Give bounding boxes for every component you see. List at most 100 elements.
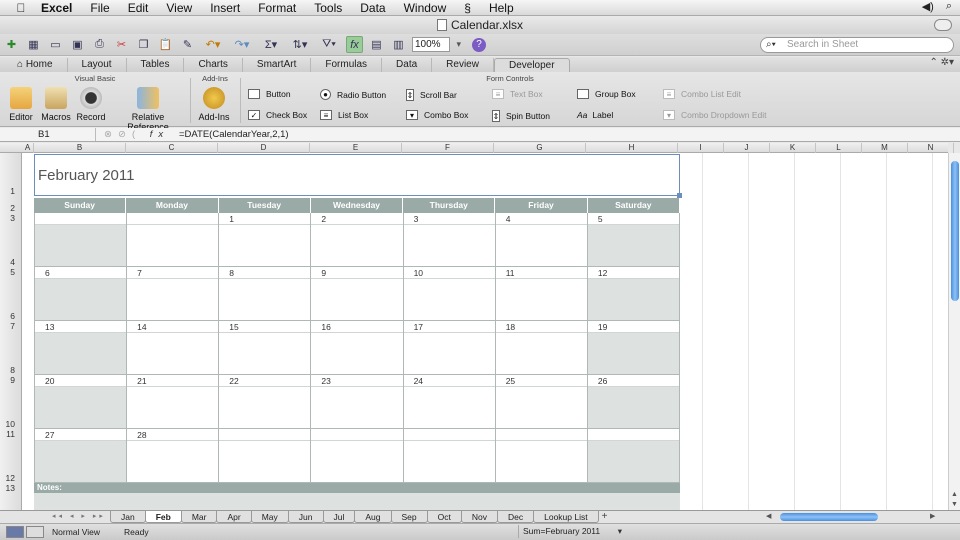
day-header-friday[interactable]: Friday — [495, 198, 588, 213]
tab-formulas[interactable]: Formulas — [311, 58, 383, 72]
add-sheet-icon[interactable]: + — [602, 511, 608, 523]
calendar-day-cell[interactable]: 7 — [127, 267, 220, 321]
day-header-monday[interactable]: Monday — [126, 198, 219, 213]
cancel-icon[interactable]: ⊗ — [104, 129, 118, 140]
sheet-tab-lookup-list[interactable]: Lookup List — [533, 511, 599, 523]
calendar-day-cell[interactable]: 22 — [219, 375, 312, 429]
column-header-l[interactable]: L — [816, 143, 862, 153]
column-header-e[interactable]: E — [310, 143, 402, 153]
menu-tools[interactable]: Tools — [305, 1, 351, 15]
menu-data[interactable]: Data — [351, 1, 394, 15]
calendar-day-cell[interactable]: 12 — [587, 267, 680, 321]
calendar-day-cell[interactable]: 1 — [219, 213, 312, 267]
volume-icon[interactable]: ◀) — [922, 0, 934, 13]
search-field[interactable]: ⌕▾ Search in Sheet — [760, 37, 954, 53]
cut-icon[interactable]: ✂ — [113, 36, 130, 53]
menu-file[interactable]: File — [81, 1, 118, 15]
formula-builder-icon[interactable]: fx — [346, 36, 363, 53]
check-box-control[interactable]: ✓ Check Box — [248, 110, 307, 120]
sheet-tab-apr[interactable]: Apr — [216, 511, 252, 523]
macros-button[interactable]: Macros — [40, 87, 72, 122]
tab-data[interactable]: Data — [382, 58, 433, 72]
tab-layout[interactable]: Layout — [68, 58, 127, 72]
open-icon[interactable]: ▭ — [47, 36, 64, 53]
apple-icon[interactable]:  — [10, 1, 32, 15]
calendar-day-cell[interactable] — [34, 213, 128, 267]
column-header-k[interactable]: K — [770, 143, 816, 153]
day-header-saturday[interactable]: Saturday — [588, 198, 680, 213]
autosum-icon[interactable]: Σ▾ — [259, 36, 283, 53]
calendar-day-cell[interactable] — [495, 429, 588, 483]
calendar-day-cell[interactable]: 8 — [219, 267, 312, 321]
row-header-5[interactable]: 5 — [10, 267, 15, 277]
print-icon[interactable]: ⎙ — [91, 36, 108, 53]
column-header-f[interactable]: F — [402, 143, 494, 153]
sort-icon[interactable]: ⇅▾ — [288, 36, 312, 53]
record-button[interactable]: Record — [76, 87, 106, 122]
calendar-day-cell[interactable]: 2 — [311, 213, 404, 267]
label-control[interactable]: Aa Label — [577, 110, 613, 120]
calendar-day-cell[interactable]: 10 — [403, 267, 496, 321]
row-header-10[interactable]: 10 — [6, 419, 15, 429]
calendar-day-cell[interactable]: 9 — [311, 267, 404, 321]
page-layout-view-button[interactable] — [26, 526, 44, 538]
row-header-1[interactable]: 1 — [10, 186, 15, 196]
sheet-tab-jan[interactable]: Jan — [110, 511, 146, 523]
menu-window[interactable]: Window — [395, 1, 456, 15]
calendar-day-cell[interactable]: 17 — [403, 321, 496, 375]
row-header-4[interactable]: 4 — [10, 257, 15, 267]
menu-edit[interactable]: Edit — [119, 1, 158, 15]
row-header-7[interactable]: 7 — [10, 321, 15, 331]
calendar-day-cell[interactable]: 5 — [587, 213, 680, 267]
calendar-day-cell[interactable] — [219, 429, 312, 483]
spin-button-control[interactable]: ⇕ Spin Button — [492, 110, 550, 122]
calendar-day-cell[interactable] — [587, 429, 680, 483]
day-header-thursday[interactable]: Thursday — [403, 198, 496, 213]
tab-charts[interactable]: Charts — [184, 58, 243, 72]
normal-view-button[interactable] — [6, 526, 24, 538]
new-icon[interactable]: ✚ — [3, 36, 20, 53]
sheet-tab-feb[interactable]: Feb — [144, 511, 182, 523]
menu-app[interactable]: Excel — [32, 1, 81, 15]
calendar-day-cell[interactable]: 4 — [495, 213, 588, 267]
calendar-day-cell[interactable]: 13 — [34, 321, 128, 375]
add-ins-button[interactable]: Add-Ins — [196, 87, 232, 122]
calendar-title-cell[interactable]: February 2011 — [34, 154, 682, 198]
day-header-tuesday[interactable]: Tuesday — [219, 198, 311, 213]
row-header-6[interactable]: 6 — [10, 311, 15, 321]
row-header-11[interactable]: 11 — [6, 429, 15, 439]
sheet-tab-sep[interactable]: Sep — [390, 511, 428, 523]
horizontal-scroll-thumb[interactable] — [780, 513, 878, 521]
gallery-icon[interactable]: ▤ — [368, 36, 385, 53]
combo-box-control[interactable]: ▾ Combo Box — [406, 110, 468, 120]
calendar-day-cell[interactable]: 27 — [34, 429, 128, 483]
calendar-day-cell[interactable] — [127, 213, 220, 267]
scroll-right-icon[interactable]: ▶ — [930, 511, 935, 523]
column-header-h[interactable]: H — [586, 143, 678, 153]
calendar-day-cell[interactable]: 11 — [495, 267, 588, 321]
fx-icon[interactable]: fx — [150, 129, 169, 140]
sheet-tab-oct[interactable]: Oct — [426, 511, 462, 523]
button-control[interactable]: Button — [248, 89, 291, 99]
column-header-m[interactable]: M — [862, 143, 908, 153]
tab-smartart[interactable]: SmartArt — [243, 58, 312, 72]
text-box-control[interactable]: ≡ Text Box — [492, 89, 543, 99]
menu-format[interactable]: Format — [249, 1, 305, 15]
formula-input[interactable]: =DATE(CalendarYear,2,1) — [176, 129, 289, 140]
group-box-control[interactable]: Group Box — [577, 89, 636, 99]
redo-icon[interactable]: ↷▾ — [230, 36, 254, 53]
column-header-d[interactable]: D — [218, 143, 310, 153]
sheet-tab-jul[interactable]: Jul — [322, 511, 356, 523]
scroll-bar-control[interactable]: ⇕ Scroll Bar — [406, 89, 457, 101]
spotlight-icon[interactable]: ⌕ — [946, 0, 952, 13]
column-header-n[interactable]: N — [908, 143, 954, 153]
calendar-day-cell[interactable]: 28 — [127, 429, 220, 483]
combo-dropdown-edit-control[interactable]: ▾ Combo Dropdown Edit — [663, 110, 767, 120]
scroll-left-icon[interactable]: ◀ — [766, 511, 771, 523]
row-header-13[interactable]: 13 — [6, 483, 15, 493]
calendar-day-cell[interactable]: 6 — [34, 267, 128, 321]
day-header-wednesday[interactable]: Wednesday — [311, 198, 404, 213]
column-header-i[interactable]: I — [678, 143, 724, 153]
calendar-day-cell[interactable]: 16 — [311, 321, 404, 375]
calendar-day-cell[interactable]: 3 — [403, 213, 496, 267]
